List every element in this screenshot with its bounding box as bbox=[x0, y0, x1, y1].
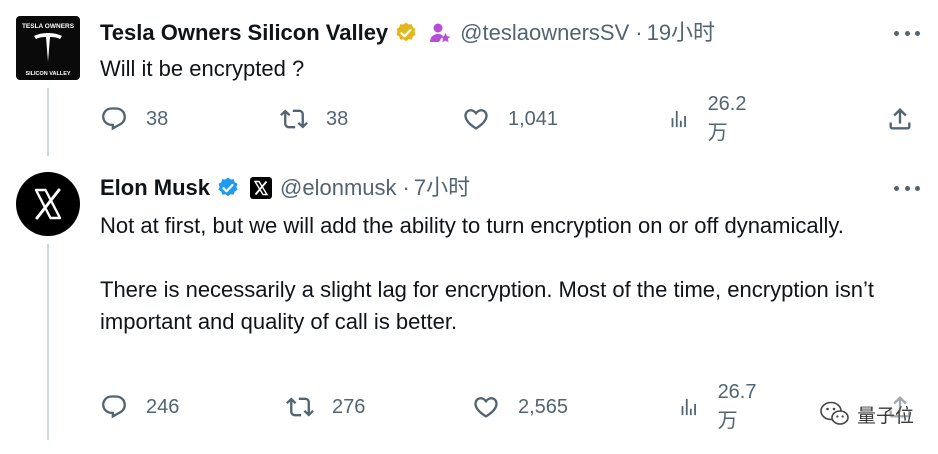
retweet-button[interactable]: 38 bbox=[280, 104, 348, 134]
reply-icon bbox=[102, 395, 126, 419]
share-button[interactable] bbox=[886, 392, 914, 422]
x-logo-icon bbox=[34, 188, 62, 220]
views-button[interactable]: 26.2万 bbox=[668, 93, 753, 144]
views-count: 26.7万 bbox=[717, 381, 757, 432]
verified-blue-icon[interactable] bbox=[216, 176, 240, 200]
views-count: 26.2万 bbox=[707, 93, 747, 144]
like-icon bbox=[464, 109, 488, 130]
verified-gold-icon[interactable] bbox=[394, 21, 418, 45]
tweet-time[interactable]: 19小时 bbox=[647, 20, 715, 46]
avatar-text-top: TESLA OWNERS bbox=[22, 23, 75, 30]
retweet-icon bbox=[280, 109, 308, 129]
like-count: 2,565 bbox=[518, 395, 569, 418]
meta-separator: · bbox=[635, 20, 643, 45]
reply-button[interactable]: 246 bbox=[100, 392, 179, 422]
tweet-text: Not at first, but we will add the abilit… bbox=[100, 210, 900, 338]
reply-count: 38 bbox=[146, 107, 169, 130]
retweet-count: 38 bbox=[326, 107, 349, 130]
tweet-paragraph: Not at first, but we will add the abilit… bbox=[100, 213, 844, 238]
tweet-paragraph: There is necessarily a slight lag for en… bbox=[100, 277, 875, 334]
views-icon bbox=[671, 110, 686, 128]
author-name[interactable]: Elon Musk bbox=[100, 175, 210, 201]
more-icon[interactable] bbox=[894, 29, 920, 37]
share-button[interactable] bbox=[886, 104, 914, 134]
tweet-paragraph: Will it be encrypted ? bbox=[100, 56, 305, 81]
views-button[interactable]: 26.7万 bbox=[678, 381, 763, 432]
reply-icon bbox=[102, 107, 126, 131]
retweet-icon bbox=[286, 397, 314, 417]
tweet-time[interactable]: 7小时 bbox=[414, 175, 470, 201]
author-handle[interactable]: @teslaownersSV bbox=[460, 20, 629, 46]
avatar-tesla-owners[interactable]: TESLA OWNERS SILICON VALLEY bbox=[16, 16, 80, 80]
thread-line bbox=[47, 244, 49, 440]
tweet-header: Elon Musk @elonmusk · 7小时 bbox=[100, 175, 470, 201]
wechat-icon bbox=[820, 401, 849, 425]
affiliate-icon[interactable] bbox=[428, 21, 452, 45]
retweet-count: 276 bbox=[332, 395, 366, 418]
share-icon bbox=[889, 396, 911, 418]
reply-count: 246 bbox=[146, 395, 180, 418]
like-count: 1,041 bbox=[508, 107, 559, 130]
avatar-text-bottom: SILICON VALLEY bbox=[25, 71, 70, 77]
like-button[interactable]: 1,041 bbox=[462, 104, 558, 134]
retweet-button[interactable]: 276 bbox=[286, 392, 365, 422]
author-handle[interactable]: @elonmusk bbox=[280, 175, 397, 201]
author-name[interactable]: Tesla Owners Silicon Valley bbox=[100, 20, 388, 46]
reply-button[interactable]: 38 bbox=[100, 104, 168, 134]
like-button[interactable]: 2,565 bbox=[472, 392, 568, 422]
tweet-text: Will it be encrypted ? bbox=[100, 53, 900, 85]
avatar-elon-musk[interactable] bbox=[16, 172, 80, 236]
thread-line bbox=[47, 88, 49, 156]
views-icon bbox=[681, 398, 696, 416]
x-affiliate-icon[interactable] bbox=[250, 177, 273, 199]
like-icon bbox=[474, 397, 498, 418]
share-icon bbox=[889, 108, 911, 130]
meta-separator: · bbox=[402, 175, 410, 200]
more-icon[interactable] bbox=[894, 184, 920, 192]
tweet-header: Tesla Owners Silicon Valley @teslaowners… bbox=[100, 20, 715, 46]
